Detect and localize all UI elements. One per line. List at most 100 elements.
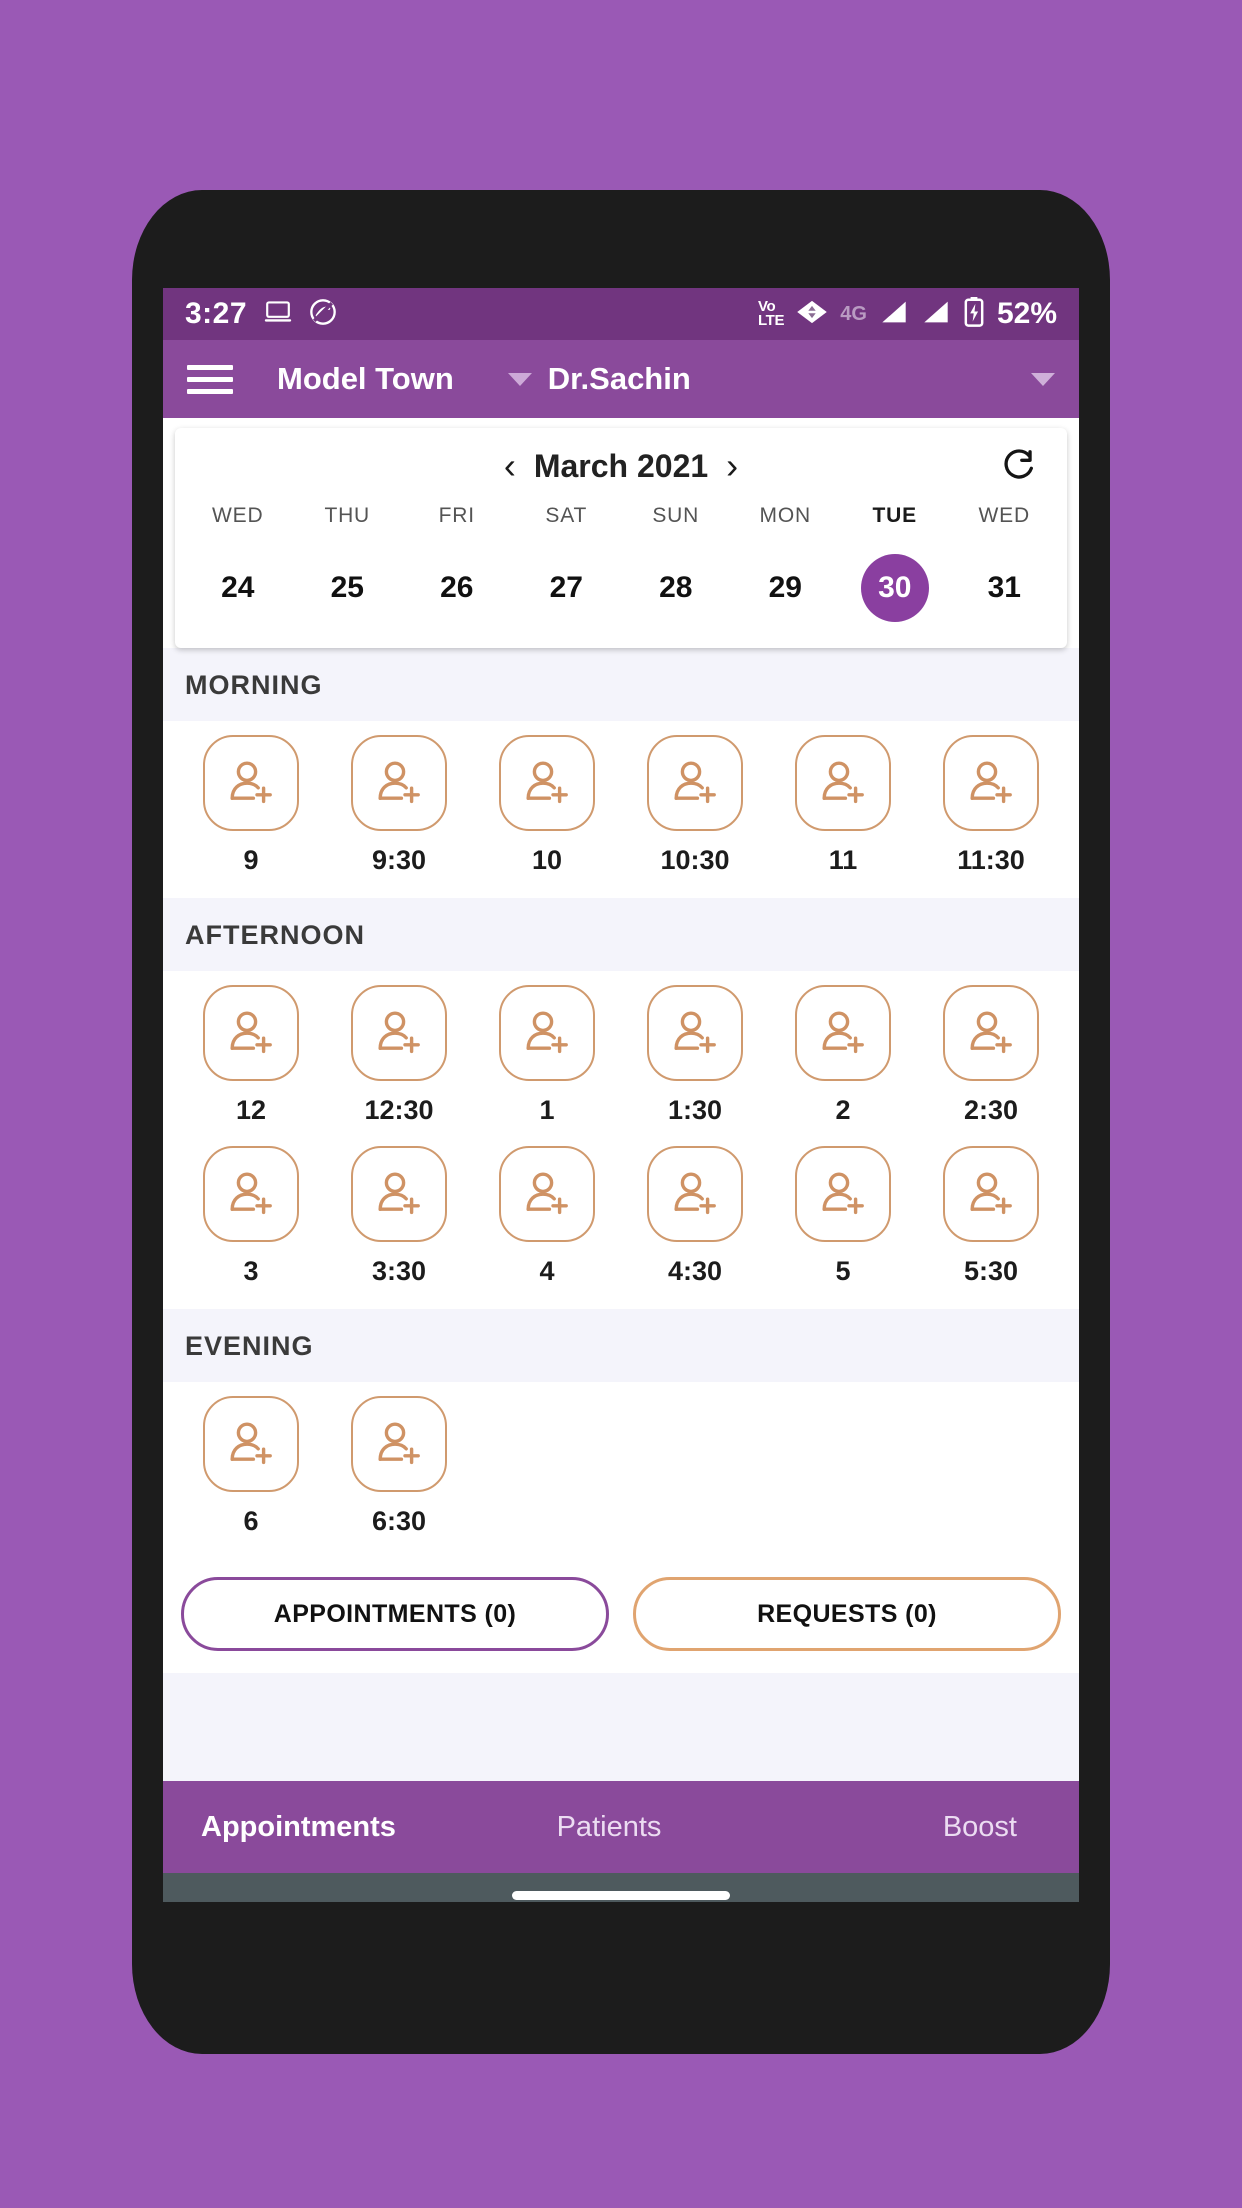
slot-time-label: 12 (235, 1095, 267, 1125)
time-slot[interactable]: 10:30 (621, 735, 769, 882)
add-person-icon[interactable] (351, 1146, 447, 1242)
time-slot[interactable]: 12:30 (325, 985, 473, 1132)
day-of-week-label: WED (978, 504, 1030, 527)
add-person-icon[interactable] (499, 735, 595, 831)
time-slot[interactable]: 12 (177, 985, 325, 1132)
data-type-label: 4G (840, 302, 867, 325)
add-person-icon[interactable] (795, 735, 891, 831)
slot-time-label: 4 (539, 1256, 555, 1286)
day-cell-31[interactable]: WED 31 (950, 504, 1060, 622)
appointments-button[interactable]: APPOINTMENTS (0) (181, 1577, 609, 1651)
day-cell-30[interactable]: TUE 30 (840, 504, 950, 622)
time-slot[interactable]: 1:30 (621, 985, 769, 1132)
time-slot[interactable]: 4 (473, 1146, 621, 1293)
day-of-week-label: TUE (872, 504, 917, 527)
add-person-icon[interactable] (795, 985, 891, 1081)
slot-time-label: 6:30 (371, 1506, 427, 1536)
doctor-name[interactable]: Dr.Sachin (548, 361, 691, 397)
add-person-icon[interactable] (203, 1146, 299, 1242)
slot-time-label: 12:30 (364, 1095, 434, 1125)
add-person-icon[interactable] (351, 985, 447, 1081)
slot-time-label: 1 (539, 1095, 555, 1125)
time-slot[interactable]: 6 (177, 1396, 325, 1543)
calendar-header: ‹ March 2021 › (175, 428, 1067, 504)
chevron-down-icon-doctor[interactable] (1031, 372, 1055, 386)
add-person-icon[interactable] (203, 735, 299, 831)
add-person-icon[interactable] (499, 985, 595, 1081)
day-cell-27[interactable]: SAT 27 (512, 504, 622, 622)
home-indicator[interactable] (512, 1890, 730, 1900)
add-person-icon[interactable] (647, 1146, 743, 1242)
time-slot[interactable]: 3:30 (325, 1146, 473, 1293)
hamburger-icon[interactable] (187, 364, 233, 394)
day-cell-29[interactable]: MON 29 (731, 504, 841, 622)
slot-time-label: 11 (828, 845, 858, 875)
add-person-icon[interactable] (647, 735, 743, 831)
day-number-label: 24 (221, 571, 255, 604)
time-slot[interactable]: 9 (177, 735, 325, 882)
slot-row: 12 12:30 1 1:30 2 2:30 (163, 971, 1079, 1132)
add-person-icon[interactable] (351, 735, 447, 831)
requests-button[interactable]: REQUESTS (0) (633, 1577, 1061, 1651)
gesture-bar (163, 1873, 1079, 1902)
add-person-icon[interactable] (795, 1146, 891, 1242)
day-number-label: 30 (860, 554, 929, 622)
add-person-icon[interactable] (943, 735, 1039, 831)
time-slot[interactable]: 2 (769, 985, 917, 1132)
bottom-nav-item-patients[interactable]: Patients (473, 1811, 745, 1844)
day-cell-26[interactable]: FRI 26 (402, 504, 512, 622)
status-bar-left: 3:27 (185, 297, 337, 331)
status-bar-right: Vo LTE 4G 52% (758, 296, 1057, 332)
slot-spacer (473, 1396, 621, 1543)
add-person-icon[interactable] (943, 1146, 1039, 1242)
day-strip: WED 24 THU 25 FRI 26 SAT 27 SUN 28 MON 29 TUE 30 WED 31 (175, 504, 1067, 648)
time-slot[interactable]: 3 (177, 1146, 325, 1293)
day-number-label: 31 (987, 571, 1021, 604)
time-slot[interactable]: 6:30 (325, 1396, 473, 1543)
status-bar: 3:27 Vo LTE 4G 52% (163, 288, 1079, 340)
time-slot[interactable]: 2:30 (917, 985, 1065, 1132)
slot-time-label: 5 (835, 1256, 851, 1286)
slot-time-label: 3:30 (371, 1256, 427, 1286)
slot-row: 6 6:30 (163, 1382, 1079, 1559)
add-person-icon[interactable] (647, 985, 743, 1081)
day-number-label: 29 (768, 571, 802, 604)
bottom-nav-item-appointments[interactable]: Appointments (163, 1811, 473, 1844)
day-cell-25[interactable]: THU 25 (293, 504, 403, 622)
day-of-week-label: MON (759, 504, 811, 527)
slot-time-label: 10 (531, 845, 563, 875)
slot-spacer (621, 1396, 769, 1543)
refresh-icon[interactable] (999, 447, 1037, 485)
day-of-week-label: WED (212, 504, 264, 527)
slot-spacer (917, 1396, 1065, 1543)
time-slot[interactable]: 11:30 (917, 735, 1065, 882)
time-slot[interactable]: 5:30 (917, 1146, 1065, 1293)
time-slot[interactable]: 4:30 (621, 1146, 769, 1293)
day-cell-24[interactable]: WED 24 (183, 504, 293, 622)
add-person-icon[interactable] (203, 1396, 299, 1492)
chevron-down-icon-clinic[interactable] (507, 372, 532, 386)
bottom-nav-item-boost[interactable]: Boost (745, 1811, 1079, 1844)
day-of-week-label: FRI (438, 504, 475, 527)
time-slot[interactable]: 9:30 (325, 735, 473, 882)
slot-time-label: 4:30 (667, 1256, 723, 1286)
status-time: 3:27 (185, 297, 248, 330)
month-label: March 2021 (533, 447, 709, 484)
day-number-label: 28 (659, 571, 693, 604)
day-of-week-label: SAT (545, 504, 588, 527)
add-person-icon[interactable] (351, 1396, 447, 1492)
add-person-icon[interactable] (203, 985, 299, 1081)
day-cell-28[interactable]: SUN 28 (621, 504, 731, 622)
time-slot[interactable]: 5 (769, 1146, 917, 1293)
add-person-icon[interactable] (499, 1146, 595, 1242)
prev-month-button[interactable]: ‹ (486, 448, 534, 484)
slot-time-label: 1:30 (667, 1095, 723, 1125)
day-of-week-label: SUN (652, 504, 700, 527)
clinic-name[interactable]: Model Town (277, 361, 454, 397)
time-slot[interactable]: 11 (769, 735, 917, 882)
next-month-button[interactable]: › (708, 448, 756, 484)
time-slot[interactable]: 1 (473, 985, 621, 1132)
add-person-icon[interactable] (943, 985, 1039, 1081)
slot-time-label: 3 (243, 1256, 259, 1286)
time-slot[interactable]: 10 (473, 735, 621, 882)
